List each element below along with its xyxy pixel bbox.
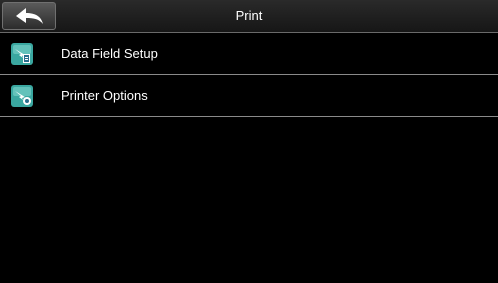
menu-item-data-field-setup[interactable]: Data Field Setup — [0, 33, 498, 75]
menu-item-label: Printer Options — [61, 88, 148, 103]
title-bar: Print — [0, 0, 498, 33]
menu-item-printer-options[interactable]: Printer Options — [0, 75, 498, 117]
printer-options-icon — [11, 85, 33, 107]
data-field-setup-icon — [11, 43, 33, 65]
print-screen: Print Data Field Setup Printer Options — [0, 0, 498, 283]
page-title: Print — [235, 8, 263, 23]
menu-item-label: Data Field Setup — [61, 46, 158, 61]
menu-list: Data Field Setup Printer Options — [0, 33, 498, 117]
